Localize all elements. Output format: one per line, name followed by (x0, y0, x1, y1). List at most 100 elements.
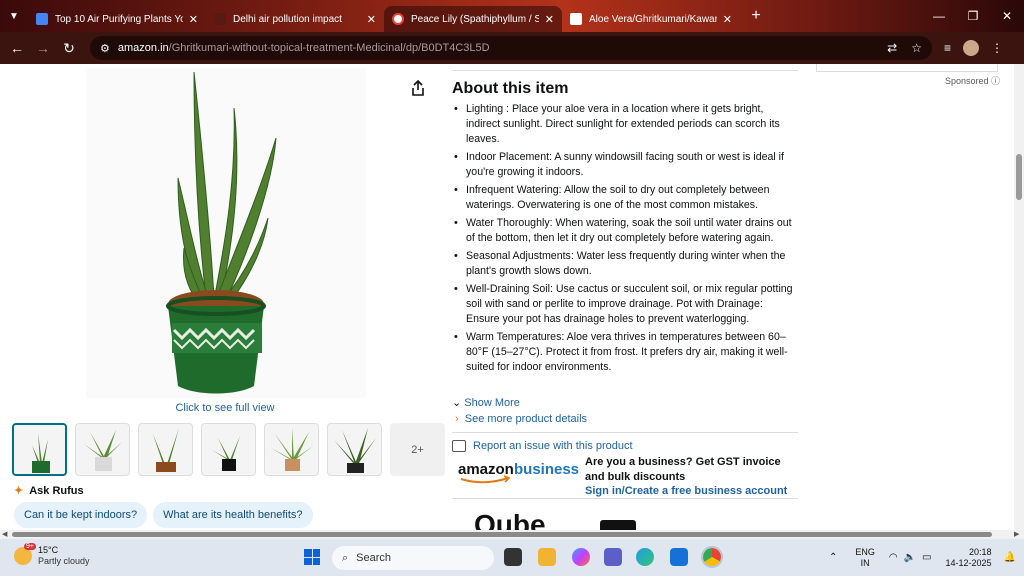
outlook-icon[interactable] (670, 548, 688, 566)
scroll-right-icon[interactable]: ▶ (1014, 530, 1019, 538)
weather-temp: 15°C (38, 545, 59, 555)
chrome-icon[interactable] (701, 546, 723, 568)
reload-icon[interactable]: ↻ (56, 40, 82, 57)
divider (452, 70, 798, 71)
clock[interactable]: 20:18 14-12-2025 (946, 547, 992, 569)
task-view-icon[interactable] (504, 548, 522, 566)
rufus-spark-icon: ✦ (14, 485, 24, 497)
tab-1[interactable]: Top 10 Air Purifying Plants You ✕ (28, 6, 206, 32)
thumbnail-4[interactable] (201, 423, 256, 476)
thumbnail-2[interactable] (75, 423, 130, 476)
rufus-chip-health[interactable]: What are its health benefits? (153, 502, 313, 528)
forward-icon[interactable]: → (30, 40, 56, 56)
about-bullet: Water Thoroughly: When watering, soak th… (452, 216, 798, 246)
about-bullet: Infrequent Watering: Allow the soil to d… (452, 183, 798, 213)
report-label: Report an issue with this product (473, 440, 633, 452)
amazon-favicon-icon (570, 13, 582, 25)
scroll-thumb[interactable] (12, 532, 992, 537)
show-more-button[interactable]: ⌄ Show More (452, 396, 520, 409)
tab-strip: ▼ Top 10 Air Purifying Plants You ✕ Delh… (0, 0, 1024, 32)
thumbnail-3[interactable] (138, 423, 193, 476)
product-main-image[interactable] (86, 68, 366, 398)
show-more-label: Show More (464, 397, 520, 409)
profile-avatar[interactable] (963, 40, 980, 56)
file-explorer-icon[interactable] (538, 548, 556, 566)
clock-date: 14-12-2025 (945, 557, 992, 568)
address-bar[interactable]: ⚙ amazon.in /Ghritkumari-without-topical… (90, 36, 932, 60)
teams-icon[interactable] (604, 548, 622, 566)
thumbnail-1[interactable] (12, 423, 67, 476)
new-tab-button[interactable]: + (744, 7, 768, 25)
sponsored-text: Sponsored (945, 76, 989, 86)
site-info-icon[interactable]: ⚙ (100, 42, 110, 55)
search-label: Search (356, 552, 392, 564)
browser-menu-icon[interactable]: ⋮ (991, 41, 1003, 55)
docs-favicon-icon (36, 13, 48, 25)
tab-close-icon[interactable]: ✕ (723, 13, 732, 26)
minimize-icon[interactable]: — (922, 0, 956, 32)
tray-overflow-icon[interactable]: ⌃ (829, 552, 837, 563)
taskbar-search[interactable]: ⌕ Search (332, 546, 494, 570)
scroll-thumb[interactable] (1016, 154, 1022, 200)
info-icon[interactable]: ⓘ (991, 76, 1000, 86)
bookmark-star-icon[interactable]: ☆ (911, 41, 922, 55)
thumbnail-5[interactable] (264, 423, 319, 476)
taskbar: 9+ 15°C Partly cloudy ⌕ Search ⌃ ENG IN … (0, 539, 1024, 576)
see-more-label: See more product details (464, 413, 588, 425)
tab-close-icon[interactable]: ✕ (545, 13, 554, 26)
chevron-down-icon: ⌄ (452, 397, 462, 409)
wifi-icon[interactable]: ◠ (889, 552, 898, 563)
edge-icon[interactable] (636, 548, 654, 566)
chevron-right-icon: › (455, 413, 459, 425)
scroll-left-icon[interactable]: ◀ (2, 530, 7, 538)
page-content: Click to see full view 2+ ✦ Ask Rufus Ca… (0, 64, 1014, 530)
about-bullet: Seasonal Adjustments: Water less frequen… (452, 249, 798, 279)
vertical-scrollbar[interactable] (1014, 64, 1024, 530)
business-signin-link[interactable]: Sign in/Create a free business account (585, 485, 787, 497)
about-title: About this item (452, 80, 569, 97)
system-tray: ⌃ ENG IN ◠ 🔈 ▭ 20:18 14-12-2025 🔔 (829, 539, 1024, 576)
partial-brand-ad[interactable]: Qube (474, 512, 574, 530)
url-path: /Ghritkumari-without-topical-treatment-M… (168, 42, 490, 54)
restore-icon[interactable]: ❐ (956, 0, 990, 32)
window-controls: — ❐ ✕ (922, 0, 1024, 32)
weather-widget[interactable]: 9+ 15°C Partly cloudy (14, 543, 90, 567)
see-more-details-link[interactable]: › See more product details (455, 413, 587, 425)
weather-badge: 9+ (24, 543, 36, 550)
back-icon[interactable]: ← (4, 40, 30, 56)
translate-icon[interactable]: ⇄ (887, 41, 897, 55)
thumbnail-6[interactable] (327, 423, 382, 476)
close-icon[interactable]: ✕ (990, 0, 1024, 32)
tab-3[interactable]: Peace Lily (Spathiphyllum / Spa ✕ (384, 6, 562, 32)
tab-close-icon[interactable]: ✕ (367, 13, 376, 26)
tab-2[interactable]: Delhi air pollution impact ✕ (206, 6, 384, 32)
divider (452, 432, 798, 433)
language-indicator[interactable]: ENG IN (855, 547, 875, 569)
rufus-label: Ask Rufus (29, 484, 84, 497)
divider (452, 498, 798, 499)
tab-search-chevron-icon[interactable]: ▼ (0, 0, 28, 32)
copilot-icon[interactable] (572, 548, 590, 566)
horizontal-scrollbar[interactable]: ◀ ▶ (0, 530, 1024, 539)
share-icon[interactable] (410, 80, 426, 96)
tab-4[interactable]: Aloe Vera/Ghritkumari/Kawar G ✕ (562, 6, 740, 32)
sponsored-ad-box[interactable] (816, 64, 998, 72)
lang-code: ENG (855, 546, 875, 557)
rufus-chip-indoors[interactable]: Can it be kept indoors? (14, 502, 148, 528)
ask-rufus[interactable]: ✦ Ask Rufus (14, 484, 84, 498)
about-bullet: Warm Temperatures: Aloe vera thrives in … (452, 330, 798, 375)
volume-icon[interactable]: 🔈 (904, 552, 916, 563)
media-controls-icon[interactable]: ≡ (944, 41, 951, 55)
notification-bell-icon[interactable]: 🔔 (1004, 552, 1016, 563)
start-button[interactable] (304, 549, 320, 565)
amazon-business-logo: amazon business (458, 461, 579, 484)
battery-icon[interactable]: ▭ (922, 552, 931, 563)
partial-ad-image[interactable] (600, 520, 636, 530)
tab-close-icon[interactable]: ✕ (189, 13, 198, 26)
thumbnail-strip: 2+ (12, 423, 445, 476)
report-issue-link[interactable]: Report an issue with this product (452, 440, 633, 452)
more-thumbnails-button[interactable]: 2+ (390, 423, 445, 476)
full-view-link[interactable]: Click to see full view (120, 402, 330, 414)
search-icon: ⌕ (342, 551, 349, 564)
browser-toolbar: ← → ↻ ⚙ amazon.in /Ghritkumari-without-t… (0, 32, 1024, 64)
